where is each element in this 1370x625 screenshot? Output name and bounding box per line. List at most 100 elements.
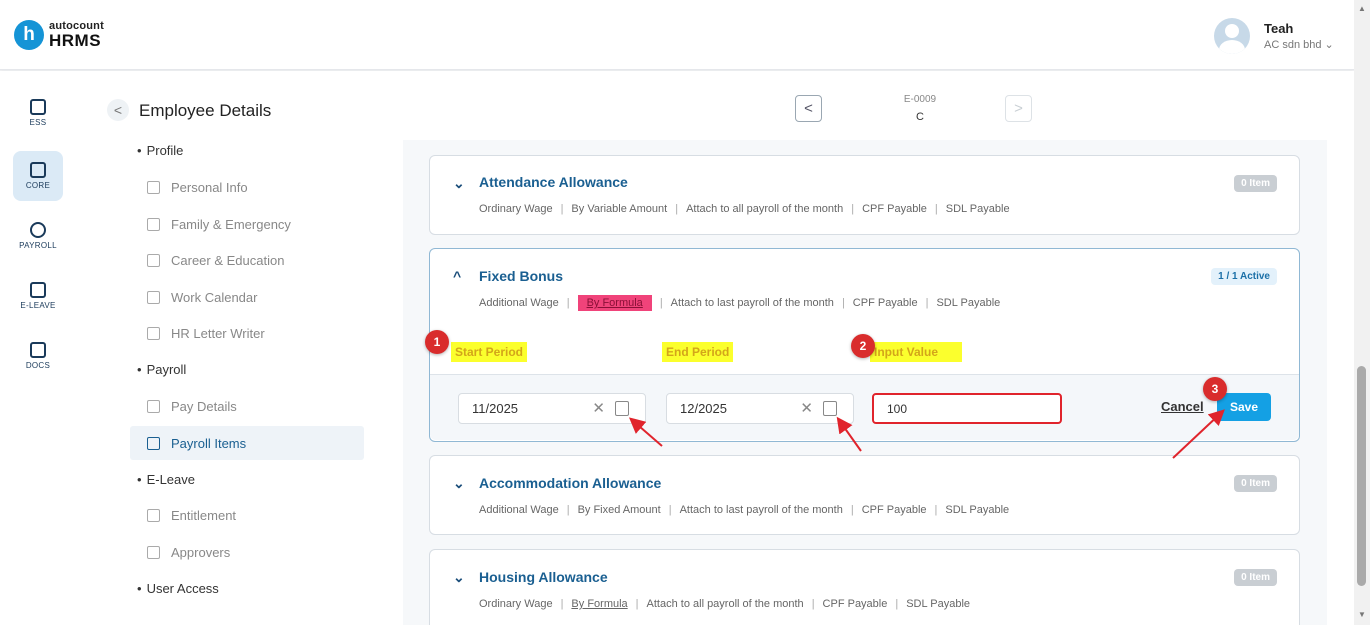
company-selector[interactable]: AC sdn bhd ⌄ bbox=[1264, 38, 1334, 51]
input-value-field[interactable]: 100 bbox=[872, 393, 1062, 424]
menu-item-entitlement[interactable]: Entitlement bbox=[130, 498, 364, 532]
meta-amount-type: By Fixed Amount bbox=[577, 504, 661, 516]
meta-amount-type: By Variable Amount bbox=[571, 203, 668, 215]
calendar-icon[interactable] bbox=[823, 401, 837, 416]
payroll-item-housing-allowance[interactable]: ⌄ Housing Allowance Ordinary Wage | By For… bbox=[429, 549, 1300, 625]
card-title: Accommodation Allowance bbox=[479, 475, 662, 491]
meta-attach: Attach to all payroll of the month bbox=[646, 598, 804, 610]
rail-core-label: CORE bbox=[25, 181, 51, 190]
menu-item-hr-letter[interactable]: HR Letter Writer bbox=[130, 316, 364, 350]
meta-attach: Attach to all payroll of the month bbox=[686, 203, 844, 215]
rail-core[interactable]: CORE bbox=[13, 151, 63, 201]
meta-cpf: CPF Payable bbox=[862, 203, 927, 215]
card-meta: Additional Wage | By Formula | Attach to las… bbox=[479, 295, 1001, 311]
menu-item-pay-details[interactable]: Pay Details bbox=[130, 389, 364, 423]
menu-item-label: Personal Info bbox=[171, 179, 248, 195]
core-icon bbox=[30, 162, 46, 178]
employee-id: E-0009 bbox=[903, 94, 937, 105]
back-button[interactable]: < bbox=[107, 99, 129, 121]
chevron-down-icon[interactable]: ⌄ bbox=[453, 475, 465, 492]
card-title: Attendance Allowance bbox=[479, 174, 628, 190]
input-value-label: Input Value bbox=[870, 342, 962, 362]
start-period-value: 11/2025 bbox=[472, 401, 519, 416]
status-badge: 0 Item bbox=[1234, 475, 1277, 492]
scroll-up-icon[interactable]: ▲ bbox=[1358, 4, 1366, 13]
end-period-value: 12/2025 bbox=[680, 401, 727, 416]
meta-cpf: CPF Payable bbox=[861, 504, 927, 516]
previous-employee-button[interactable]: < bbox=[795, 95, 822, 122]
meta-wage-type: Ordinary Wage bbox=[479, 203, 553, 215]
menu-item-payroll-items[interactable]: Payroll Items bbox=[130, 426, 364, 460]
payroll-item-attendance-allowance[interactable]: ⌄ Attendance Allowance Ordinary Wage | By … bbox=[429, 155, 1300, 235]
cancel-button[interactable]: Cancel bbox=[1161, 399, 1204, 414]
meta-sdl: SDL Payable bbox=[945, 504, 1010, 516]
scroll-down-icon[interactable]: ▼ bbox=[1358, 610, 1366, 619]
menu-item-personal-info[interactable]: Personal Info bbox=[130, 170, 364, 204]
scroll-thumb[interactable] bbox=[1357, 366, 1366, 586]
meta-sdl: SDL Payable bbox=[936, 297, 1001, 309]
end-period-input[interactable]: 12/2025 ✕ bbox=[666, 393, 854, 424]
menu-item-label: Pay Details bbox=[171, 398, 237, 414]
menu-group-payroll: Payroll bbox=[137, 362, 187, 377]
card-meta: Additional Wage | By Fixed Amount | Attach t… bbox=[479, 504, 1010, 516]
meta-sdl: SDL Payable bbox=[945, 203, 1010, 215]
chevron-up-icon[interactable]: ^ bbox=[453, 268, 461, 284]
page-title: Employee Details bbox=[139, 101, 272, 120]
entitlement-icon bbox=[147, 508, 160, 522]
menu-item-label: Work Calendar bbox=[171, 289, 258, 305]
module-rail: ESS CORE PAYROLL E-LEAVE DOCS bbox=[0, 71, 72, 625]
clear-icon[interactable]: ✕ bbox=[592, 399, 605, 417]
payroll-items-icon bbox=[147, 436, 160, 450]
card-title: Housing Allowance bbox=[479, 569, 608, 585]
meta-attach: Attach to last payroll of the month bbox=[670, 297, 834, 309]
formula-link[interactable]: By Formula bbox=[571, 598, 627, 610]
card-title: Fixed Bonus bbox=[479, 268, 564, 284]
menu-item-family[interactable]: Family & Emergency bbox=[130, 207, 364, 241]
menu-item-label: Approvers bbox=[171, 544, 231, 560]
rail-ess-label: ESS bbox=[29, 118, 47, 127]
menu-item-career[interactable]: Career & Education bbox=[130, 243, 364, 277]
meta-cpf: CPF Payable bbox=[852, 297, 918, 309]
logo-product-text: HRMS bbox=[49, 31, 102, 50]
meta-wage-type: Additional Wage bbox=[479, 297, 559, 309]
rail-ess[interactable]: ESS bbox=[13, 88, 63, 138]
status-badge: 0 Item bbox=[1234, 569, 1277, 586]
calendar-icon[interactable] bbox=[615, 401, 629, 416]
person-card-icon bbox=[147, 180, 160, 194]
rail-docs[interactable]: DOCS bbox=[13, 331, 63, 381]
menu-item-label: Entitlement bbox=[171, 507, 237, 523]
start-period-input[interactable]: 11/2025 ✕ bbox=[458, 393, 646, 424]
rail-eleave-label: E-LEAVE bbox=[20, 301, 56, 310]
meta-sdl: SDL Payable bbox=[906, 598, 971, 610]
bank-icon bbox=[147, 399, 160, 413]
page-scrollbar[interactable]: ▲ ▼ bbox=[1354, 0, 1370, 625]
avatar[interactable] bbox=[1214, 18, 1250, 54]
top-bar: h autocount HRMS Teah AC sdn bhd ⌄ bbox=[0, 0, 1354, 70]
formula-link[interactable]: By Formula bbox=[577, 295, 652, 311]
calendar-icon bbox=[30, 282, 46, 298]
chevron-down-icon[interactable]: ⌄ bbox=[453, 175, 465, 192]
app-logo[interactable]: h autocount HRMS bbox=[14, 20, 104, 50]
menu-item-approvers[interactable]: Approvers bbox=[130, 535, 364, 569]
annotation-marker-1: 1 bbox=[425, 330, 449, 354]
chevron-down-icon[interactable]: ⌄ bbox=[453, 569, 465, 586]
menu-item-work-calendar[interactable]: Work Calendar bbox=[130, 280, 364, 314]
next-employee-button[interactable]: > bbox=[1005, 95, 1032, 122]
menu-group-user-access: User Access bbox=[137, 581, 219, 596]
letter-icon bbox=[147, 326, 160, 340]
meta-wage-type: Ordinary Wage bbox=[479, 598, 553, 610]
user-menu[interactable]: Teah AC sdn bhd ⌄ bbox=[1214, 18, 1334, 54]
start-period-label: Start Period bbox=[451, 342, 528, 362]
rail-eleave[interactable]: E-LEAVE bbox=[13, 271, 63, 321]
payroll-item-accommodation-allowance[interactable]: ⌄ Accommodation Allowance Additional Wag… bbox=[429, 455, 1300, 535]
menu-group-eleave: E-Leave bbox=[137, 472, 195, 487]
menu-item-label: HR Letter Writer bbox=[171, 325, 265, 341]
meta-attach: Attach to last payroll of the month bbox=[679, 504, 843, 516]
rail-payroll-label: PAYROLL bbox=[19, 241, 57, 250]
save-button[interactable]: Save bbox=[1217, 393, 1271, 421]
calendar-icon bbox=[147, 290, 160, 304]
rail-payroll[interactable]: PAYROLL bbox=[13, 211, 63, 261]
logo-icon: h bbox=[14, 20, 44, 50]
career-icon bbox=[147, 253, 160, 267]
clear-icon[interactable]: ✕ bbox=[800, 399, 813, 417]
